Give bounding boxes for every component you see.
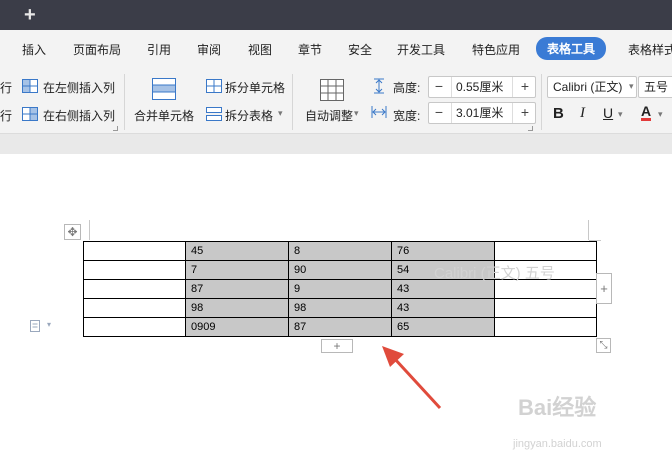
decrease-height-button[interactable]: − (429, 77, 449, 97)
underline-button[interactable]: U (603, 105, 613, 121)
table-cell[interactable] (83, 260, 186, 280)
dialog-launcher-icon[interactable] (528, 126, 533, 131)
chevron-down-icon[interactable]: ▾ (618, 109, 623, 120)
tab-chapter[interactable]: 章节 (298, 41, 322, 58)
increase-height-button[interactable]: + (515, 77, 535, 97)
tab-special-apps[interactable]: 特色应用 (472, 41, 520, 58)
tab-table-tools[interactable]: 表格工具 (536, 37, 607, 60)
add-column-button[interactable]: + (596, 273, 612, 304)
chevron-down-icon[interactable]: ▾ (354, 108, 359, 119)
table-cell[interactable]: 87 (288, 317, 392, 337)
height-label: 高度: (393, 81, 421, 95)
ribbon-toolbar: 行 行 在左侧插入列 在右侧插入列 合并单元格 拆分单元格 拆分表格 ▾ 自动调… (0, 68, 672, 134)
font-color-button[interactable]: A (641, 104, 652, 121)
split-cells-icon (206, 79, 222, 93)
auto-fit-icon (320, 79, 344, 101)
table-cell[interactable] (494, 317, 597, 337)
chevron-down-icon[interactable]: ▾ (278, 108, 283, 119)
table-row: 0909 87 65 (83, 317, 597, 337)
table-cell[interactable]: 9 (288, 279, 392, 299)
table-cell[interactable] (83, 241, 186, 261)
table-cell[interactable]: 87 (185, 279, 289, 299)
data-table: 45 8 76 7 90 54 87 9 43 98 98 43 0909 87 65 (83, 241, 597, 337)
merge-cells-button[interactable]: 合并单元格 (134, 107, 194, 124)
add-row-button[interactable]: + (321, 339, 353, 353)
increase-width-button[interactable]: + (515, 103, 535, 123)
insert-row-above-button[interactable]: 行 (0, 79, 12, 96)
row-height-icon (374, 78, 384, 94)
table-cell[interactable] (83, 317, 186, 337)
font-size-select[interactable]: 五号 (638, 76, 672, 98)
insert-row-below-button[interactable]: 行 (0, 107, 12, 124)
title-bar: + (0, 0, 672, 30)
height-stepper[interactable]: − 0.55厘米 + (428, 76, 536, 98)
tab-security[interactable]: 安全 (348, 41, 372, 58)
table-cell[interactable] (83, 298, 186, 318)
chevron-down-icon[interactable]: ▾ (629, 81, 634, 92)
font-name-select[interactable]: Calibri (正文) (547, 76, 637, 98)
split-table-button[interactable]: 拆分表格 (225, 107, 273, 124)
divider (124, 74, 125, 130)
table-move-handle-icon[interactable]: ✥ (64, 224, 81, 240)
table-cell[interactable] (83, 279, 186, 299)
dialog-launcher-icon[interactable] (113, 126, 118, 131)
table-cell[interactable]: 98 (288, 298, 392, 318)
insert-column-right-icon (22, 107, 38, 121)
table-cell[interactable] (494, 241, 597, 261)
font-name-value: Calibri (正文) (553, 80, 623, 94)
table-cell[interactable]: 7 (185, 260, 289, 280)
table-cell[interactable]: 0909 (185, 317, 289, 337)
auto-fit-button[interactable]: 自动调整 (305, 107, 353, 124)
table-cell[interactable] (494, 298, 597, 318)
margin-mark (588, 220, 589, 240)
annotation-arrow-icon (382, 346, 442, 410)
table-resize-icon[interactable]: ⤡ (596, 338, 611, 353)
table-cell[interactable]: 45 (185, 241, 289, 261)
tab-developer-tools[interactable]: 开发工具 (397, 41, 445, 58)
tab-page-layout[interactable]: 页面布局 (73, 41, 121, 58)
tab-view[interactable]: 视图 (248, 41, 272, 58)
table-cell[interactable]: 98 (185, 298, 289, 318)
decrease-width-button[interactable]: − (429, 103, 449, 123)
divider (541, 74, 542, 130)
margin-mark (89, 220, 90, 240)
table-cell[interactable]: 65 (391, 317, 495, 337)
table-cell[interactable]: 43 (391, 298, 495, 318)
tab-table-style[interactable]: 表格样式 (628, 41, 672, 58)
height-value[interactable]: 0.55厘米 (451, 77, 513, 97)
watermark-url: jingyan.baidu.com (513, 438, 602, 450)
table-cell[interactable]: 8 (288, 241, 392, 261)
chevron-down-icon[interactable]: ▾ (47, 320, 51, 329)
new-tab-button[interactable]: + (24, 3, 36, 27)
table-cell[interactable]: 76 (391, 241, 495, 261)
chevron-down-icon[interactable]: ▾ (658, 109, 663, 120)
tab-review[interactable]: 审阅 (197, 41, 221, 58)
insert-column-left-icon (22, 79, 38, 93)
bold-button[interactable]: B (553, 105, 564, 122)
document-page: ✥ 45 8 76 7 90 54 87 9 43 98 98 43 0909 87 65 + + ⤡ ▾ … (0, 154, 672, 468)
tab-references[interactable]: 引用 (147, 41, 171, 58)
width-label: 宽度: (393, 109, 421, 123)
table-row: 45 8 76 (83, 241, 597, 261)
paragraph-layout-icon[interactable] (29, 319, 43, 333)
insert-column-left-button[interactable]: 在左侧插入列 (43, 79, 115, 96)
width-stepper[interactable]: − 3.01厘米 + (428, 102, 536, 124)
merge-cells-icon (152, 78, 176, 100)
column-width-icon (371, 106, 387, 118)
table-cell[interactable]: 90 (288, 260, 392, 280)
font-size-value: 五号 (644, 80, 669, 94)
divider (292, 74, 293, 130)
split-cells-button[interactable]: 拆分单元格 (225, 79, 285, 96)
table-row: 98 98 43 (83, 298, 597, 318)
watermark-ghost-text: Calibri (正文) 五号 (434, 265, 555, 282)
page-gutter (0, 134, 672, 154)
tab-insert[interactable]: 插入 (22, 41, 46, 58)
insert-column-right-button[interactable]: 在右侧插入列 (43, 107, 115, 124)
watermark-brand: Bai经验 (518, 395, 597, 420)
split-table-icon (206, 107, 222, 121)
italic-button[interactable]: I (580, 105, 585, 122)
width-value[interactable]: 3.01厘米 (451, 103, 513, 123)
menu-bar: 插入 页面布局 引用 审阅 视图 章节 安全 开发工具 特色应用 表格工具 表格… (0, 30, 672, 68)
